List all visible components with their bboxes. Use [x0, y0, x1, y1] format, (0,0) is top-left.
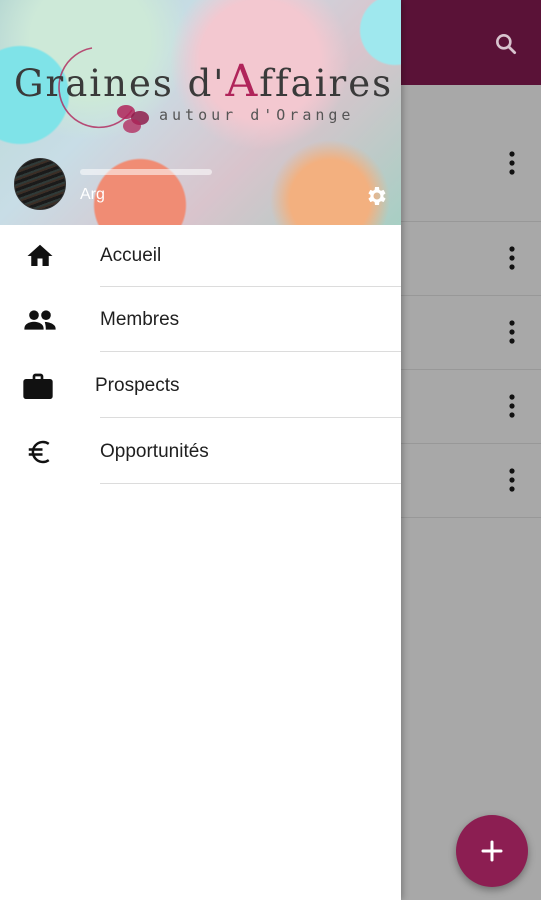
- search-icon: [496, 34, 517, 55]
- menu-item-prospects[interactable]: Prospects: [0, 354, 401, 418]
- user-email-redacted: [80, 169, 212, 175]
- avatar[interactable]: [14, 158, 66, 210]
- euro-icon: [20, 432, 60, 472]
- logo-title: Graines d'Affaires: [14, 56, 394, 107]
- more-vert-icon: [509, 246, 515, 270]
- more-options-button[interactable]: [498, 314, 526, 350]
- search-button[interactable]: [488, 26, 524, 62]
- home-icon: [20, 236, 60, 276]
- briefcase-icon: [18, 367, 58, 407]
- app-logo: Graines d'Affaires autour d'Orange: [12, 40, 397, 140]
- menu-item-opportunites[interactable]: Opportunités: [0, 420, 401, 484]
- drawer-header: Graines d'Affaires autour d'Orange Arg: [0, 0, 401, 225]
- menu-divider: [100, 483, 401, 484]
- plus-icon: [481, 840, 503, 862]
- gear-icon: [368, 187, 386, 205]
- menu-item-label: Prospects: [95, 375, 180, 396]
- menu-item-accueil[interactable]: Accueil: [0, 225, 401, 289]
- more-vert-icon: [509, 320, 515, 344]
- more-options-button[interactable]: [498, 462, 526, 498]
- user-name: Arg: [80, 186, 105, 203]
- menu-divider: [100, 351, 401, 352]
- menu-item-membres[interactable]: Membres: [0, 289, 401, 353]
- people-icon: [20, 300, 60, 340]
- menu-divider: [100, 286, 401, 287]
- more-options-button[interactable]: [498, 240, 526, 276]
- menu-item-label: Opportunités: [100, 441, 209, 462]
- navigation-drawer: Graines d'Affaires autour d'Orange Arg A…: [0, 0, 401, 900]
- menu-divider: [100, 417, 401, 418]
- more-vert-icon: [509, 394, 515, 418]
- settings-button[interactable]: [362, 182, 390, 210]
- app-root: Graines d'Affaires autour d'Orange Arg A…: [0, 0, 541, 900]
- menu-item-label: Accueil: [100, 245, 162, 266]
- menu-item-label: Membres: [100, 309, 180, 330]
- more-options-button[interactable]: [498, 145, 526, 181]
- logo-subtitle: autour d'Orange: [159, 106, 355, 124]
- add-fab-button[interactable]: [456, 815, 528, 887]
- more-vert-icon: [509, 468, 515, 492]
- more-vert-icon: [509, 151, 515, 175]
- more-options-button[interactable]: [498, 388, 526, 424]
